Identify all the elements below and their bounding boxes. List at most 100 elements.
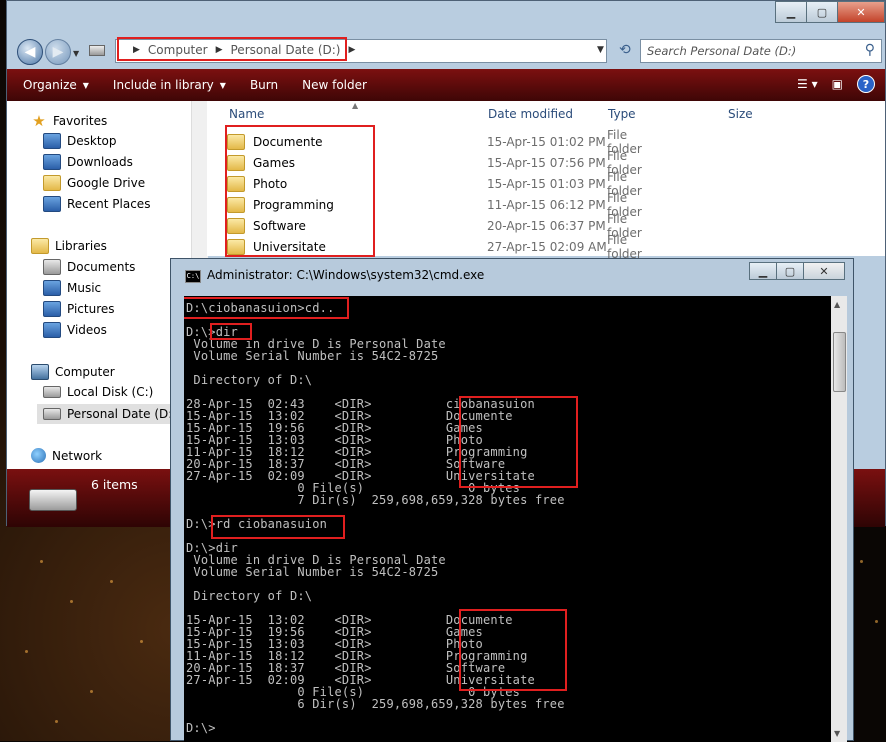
cmd-window: C:\ Administrator: C:\Windows\system32\c… bbox=[170, 258, 854, 742]
search-icon[interactable]: ⚲ bbox=[865, 42, 875, 58]
column-type[interactable]: Type bbox=[608, 107, 636, 121]
nav-videos[interactable]: Videos bbox=[43, 322, 107, 338]
console-line: D:\> bbox=[186, 721, 216, 735]
highlight-box bbox=[211, 515, 345, 539]
column-name[interactable]: Name bbox=[229, 107, 264, 121]
new-folder-button[interactable]: New folder bbox=[302, 78, 367, 92]
chevron-right-icon[interactable]: ▶ bbox=[348, 45, 355, 57]
file-date: 20-Apr-15 06:37 PM bbox=[487, 219, 606, 233]
nav-videos-label: Videos bbox=[67, 323, 107, 337]
desktop-icon bbox=[43, 133, 61, 149]
nav-google-drive-label: Google Drive bbox=[67, 176, 146, 190]
organize-label: Organize bbox=[23, 78, 77, 92]
highlight-box bbox=[459, 396, 578, 488]
console-line: Volume Serial Number is 54C2-8725 bbox=[186, 349, 439, 363]
back-button[interactable]: ◀ bbox=[17, 39, 43, 65]
address-dropdown-icon[interactable]: ▼ bbox=[597, 45, 604, 55]
highlight-box bbox=[459, 609, 567, 691]
computer-icon bbox=[31, 364, 49, 380]
nav-recent-places-label: Recent Places bbox=[67, 197, 151, 211]
documents-icon bbox=[43, 259, 61, 275]
scroll-up-icon[interactable]: ▲ bbox=[834, 300, 840, 309]
recent-pages-dropdown[interactable]: ▼ bbox=[73, 49, 79, 58]
minimize-button[interactable]: ▁ bbox=[775, 1, 807, 23]
nav-favorites-label: Favorites bbox=[53, 114, 108, 128]
downloads-icon bbox=[43, 154, 61, 170]
console-line: 6 Dir(s) 259,698,659,328 bytes free bbox=[186, 697, 565, 711]
nav-favorites[interactable]: ★ Favorites bbox=[31, 112, 107, 130]
navigation-pane: ★ Favorites Desktop Downloads Google Driv… bbox=[7, 101, 193, 469]
chevron-down-icon: ▼ bbox=[219, 80, 226, 90]
drive-icon bbox=[29, 489, 77, 511]
scroll-down-icon[interactable]: ▼ bbox=[834, 729, 840, 738]
column-size[interactable]: Size bbox=[728, 107, 753, 121]
nav-computer[interactable]: Computer bbox=[31, 364, 115, 380]
forward-button[interactable]: ▶ bbox=[45, 39, 71, 65]
view-options-icon[interactable]: ☰ ▾ bbox=[797, 77, 818, 91]
nav-personal-date-d-label: Personal Date (D:) bbox=[67, 407, 177, 421]
nav-downloads-label: Downloads bbox=[67, 155, 133, 169]
nav-music[interactable]: Music bbox=[43, 280, 101, 296]
cmd-minimize-button[interactable]: ▁ bbox=[749, 262, 777, 280]
file-date: 15-Apr-15 01:02 PM bbox=[487, 135, 606, 149]
nav-network-label: Network bbox=[52, 448, 103, 463]
nav-google-drive[interactable]: Google Drive bbox=[43, 175, 145, 191]
pictures-icon bbox=[43, 301, 61, 317]
nav-local-disk-c[interactable]: Local Disk (C:) bbox=[43, 385, 153, 399]
nav-documents-label: Documents bbox=[67, 260, 136, 274]
recent-places-icon bbox=[43, 196, 61, 212]
drive-icon bbox=[43, 386, 61, 398]
include-in-library-menu[interactable]: Include in library ▼ bbox=[113, 78, 226, 92]
nav-pictures[interactable]: Pictures bbox=[43, 301, 115, 317]
drive-icon bbox=[89, 45, 105, 56]
help-icon[interactable]: ? bbox=[857, 75, 875, 93]
star-icon: ★ bbox=[32, 112, 46, 130]
preview-pane-icon[interactable]: ▣ bbox=[832, 77, 843, 91]
maximize-button[interactable]: ▢ bbox=[806, 1, 838, 23]
cmd-icon: C:\ bbox=[185, 270, 201, 283]
nav-network[interactable]: Network bbox=[31, 448, 102, 463]
highlight-box bbox=[117, 37, 347, 61]
file-date: 27-Apr-15 02:09 AM bbox=[487, 240, 607, 254]
include-in-library-label: Include in library bbox=[112, 78, 214, 92]
nav-local-disk-c-label: Local Disk (C:) bbox=[67, 385, 154, 399]
folder-icon bbox=[43, 175, 61, 191]
nav-desktop[interactable]: Desktop bbox=[43, 133, 117, 149]
file-list: Name ▲ Date modified Type Size Documente… bbox=[207, 101, 885, 261]
search-placeholder: Search Personal Date (D:) bbox=[647, 44, 797, 58]
new-folder-label: New folder bbox=[302, 78, 367, 92]
drive-icon bbox=[43, 408, 61, 420]
column-date-modified[interactable]: Date modified bbox=[488, 107, 573, 121]
cmd-maximize-button[interactable]: ▢ bbox=[776, 262, 804, 280]
highlight-box bbox=[225, 125, 375, 257]
nav-downloads[interactable]: Downloads bbox=[43, 154, 133, 170]
cmd-close-button[interactable]: ✕ bbox=[803, 262, 845, 280]
burn-button[interactable]: Burn bbox=[250, 78, 278, 92]
videos-icon bbox=[43, 322, 61, 338]
close-button[interactable]: ✕ bbox=[837, 1, 885, 23]
refresh-icon[interactable]: ⟲ bbox=[619, 42, 631, 58]
nav-libraries[interactable]: Libraries bbox=[31, 238, 107, 254]
sort-indicator-icon: ▲ bbox=[352, 101, 359, 110]
console-line: Volume Serial Number is 54C2-8725 bbox=[186, 565, 439, 579]
libraries-icon bbox=[31, 238, 49, 254]
file-date: 15-Apr-15 01:03 PM bbox=[487, 177, 606, 191]
nav-libraries-label: Libraries bbox=[55, 239, 107, 253]
console-output[interactable]: D:\ciobanasuion>cd.. D:\>dir Volume in d… bbox=[184, 296, 831, 742]
network-icon bbox=[31, 448, 46, 463]
nav-music-label: Music bbox=[67, 281, 102, 295]
music-icon bbox=[43, 280, 61, 296]
console-line: Directory of D:\ bbox=[186, 589, 313, 603]
console-line: Directory of D:\ bbox=[186, 373, 313, 387]
scroll-thumb[interactable] bbox=[833, 332, 846, 392]
nav-recent-places[interactable]: Recent Places bbox=[43, 196, 150, 212]
command-bar: Organize ▼ Include in library ▼ Burn New f… bbox=[7, 69, 885, 101]
highlight-box bbox=[210, 323, 252, 340]
console-line: 7 Dir(s) 259,698,659,328 bytes free bbox=[186, 493, 565, 507]
burn-label: Burn bbox=[249, 78, 279, 92]
nav-documents[interactable]: Documents bbox=[43, 259, 135, 275]
search-input[interactable]: Search Personal Date (D:) ⚲ bbox=[640, 39, 882, 63]
chevron-down-icon: ▼ bbox=[82, 80, 89, 90]
organize-menu[interactable]: Organize ▼ bbox=[23, 78, 89, 92]
cmd-scrollbar[interactable]: ▲ ▼ bbox=[831, 296, 847, 742]
